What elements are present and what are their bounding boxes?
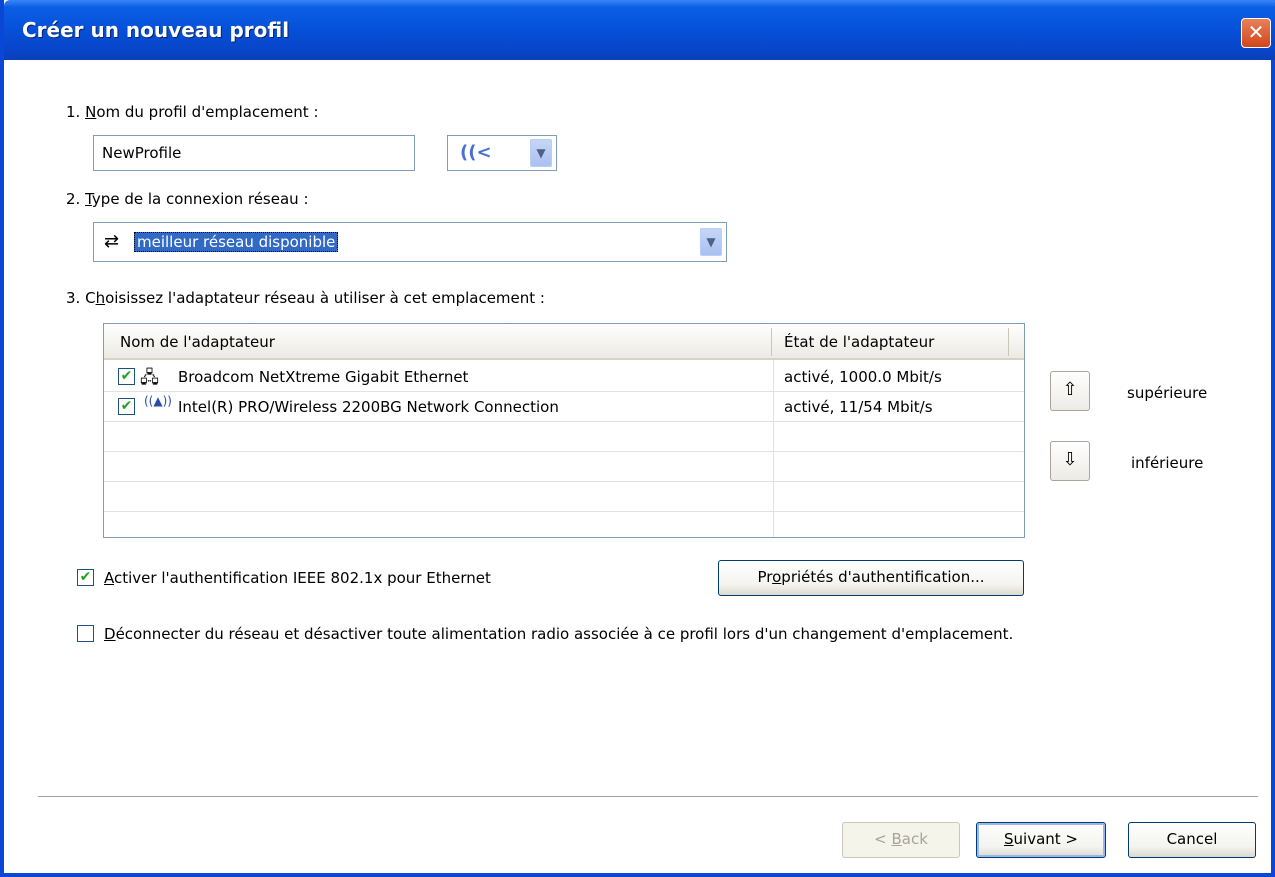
title-bar[interactable]: Créer un nouveau profil ✕ <box>4 0 1275 60</box>
profile-icon-select[interactable]: ((< ▼ <box>447 135 557 171</box>
adapter-status: activé, 11/54 Mbit/s <box>784 398 933 416</box>
chevron-down-icon[interactable]: ▼ <box>700 228 722 256</box>
close-button[interactable]: ✕ <box>1241 18 1271 48</box>
column-divider[interactable] <box>1008 328 1009 356</box>
arrow-up-icon: ⇧ <box>1062 379 1078 400</box>
create-profile-dialog: Créer un nouveau profil ✕ 1. Nom du prof… <box>0 0 1275 877</box>
adapter-checkbox[interactable]: ✔ <box>118 398 135 415</box>
adapter-status: activé, 1000.0 Mbit/s <box>784 368 942 386</box>
next-button[interactable]: Suivant > <box>976 822 1106 858</box>
move-up-label: supérieure <box>1127 384 1208 402</box>
column-divider[interactable] <box>771 328 772 356</box>
ieee8021x-checkbox[interactable]: ✔ <box>77 569 94 586</box>
profile-name-input[interactable]: NewProfile <box>93 135 415 171</box>
dialog-title: Créer un nouveau profil <box>22 18 290 42</box>
chevron-down-icon[interactable]: ▼ <box>530 139 552 167</box>
wireless-antenna-icon: ((▲)) <box>144 394 172 408</box>
back-button[interactable]: < Back <box>842 822 960 858</box>
adapter-checkbox[interactable]: ✔ <box>118 368 135 385</box>
empty-row <box>104 482 1024 512</box>
profile-name-label: 1. Nom du profil d'emplacement : <box>66 103 319 121</box>
disconnect-radio-label[interactable]: Déconnecter du réseau et désactiver tout… <box>104 625 1013 643</box>
adapter-name: Intel(R) PRO/Wireless 2200BG Network Con… <box>178 398 559 416</box>
network-wired-icon: 🖧 <box>140 368 159 388</box>
empty-row <box>104 452 1024 482</box>
wireless-icon: ((< <box>460 142 492 163</box>
column-header-adapter-name[interactable]: Nom de l'adaptateur <box>120 333 275 351</box>
adapter-row-wireless[interactable]: ✔ ((▲)) Intel(R) PRO/Wireless 2200BG Net… <box>104 392 1024 422</box>
adapter-choice-label: 3. Choisissez l'adaptateur réseau à util… <box>66 289 545 307</box>
close-icon: ✕ <box>1247 20 1265 44</box>
arrow-down-icon: ⇩ <box>1062 449 1078 470</box>
adapter-row-ethernet[interactable]: ✔ 🖧 Broadcom NetXtreme Gigabit Ethernet … <box>104 362 1024 392</box>
disconnect-radio-checkbox[interactable] <box>77 625 94 642</box>
empty-row <box>104 422 1024 452</box>
cancel-button[interactable]: Cancel <box>1128 822 1256 858</box>
connection-type-label: 2. Type de la connexion réseau : <box>66 190 309 208</box>
footer-separator <box>38 796 1258 798</box>
adapter-name: Broadcom NetXtreme Gigabit Ethernet <box>178 368 469 386</box>
cycle-arrows-icon: ⇄ <box>104 231 120 252</box>
move-down-button[interactable]: ⇩ <box>1050 441 1090 481</box>
adapter-list[interactable]: Nom de l'adaptateur État de l'adaptateur… <box>103 323 1025 538</box>
move-up-button[interactable]: ⇧ <box>1050 371 1090 411</box>
connection-type-value: meilleur réseau disponible <box>134 232 339 252</box>
move-down-label: inférieure <box>1131 454 1204 472</box>
connection-type-select[interactable]: ⇄ meilleur réseau disponible ▼ <box>93 222 727 262</box>
ieee8021x-label[interactable]: Activer l'authentification IEEE 802.1x p… <box>104 569 491 587</box>
column-header-adapter-state[interactable]: État de l'adaptateur <box>784 333 934 351</box>
adapter-list-header: Nom de l'adaptateur État de l'adaptateur <box>104 324 1024 360</box>
auth-properties-button[interactable]: Propriétés d'authentification... <box>718 560 1024 596</box>
